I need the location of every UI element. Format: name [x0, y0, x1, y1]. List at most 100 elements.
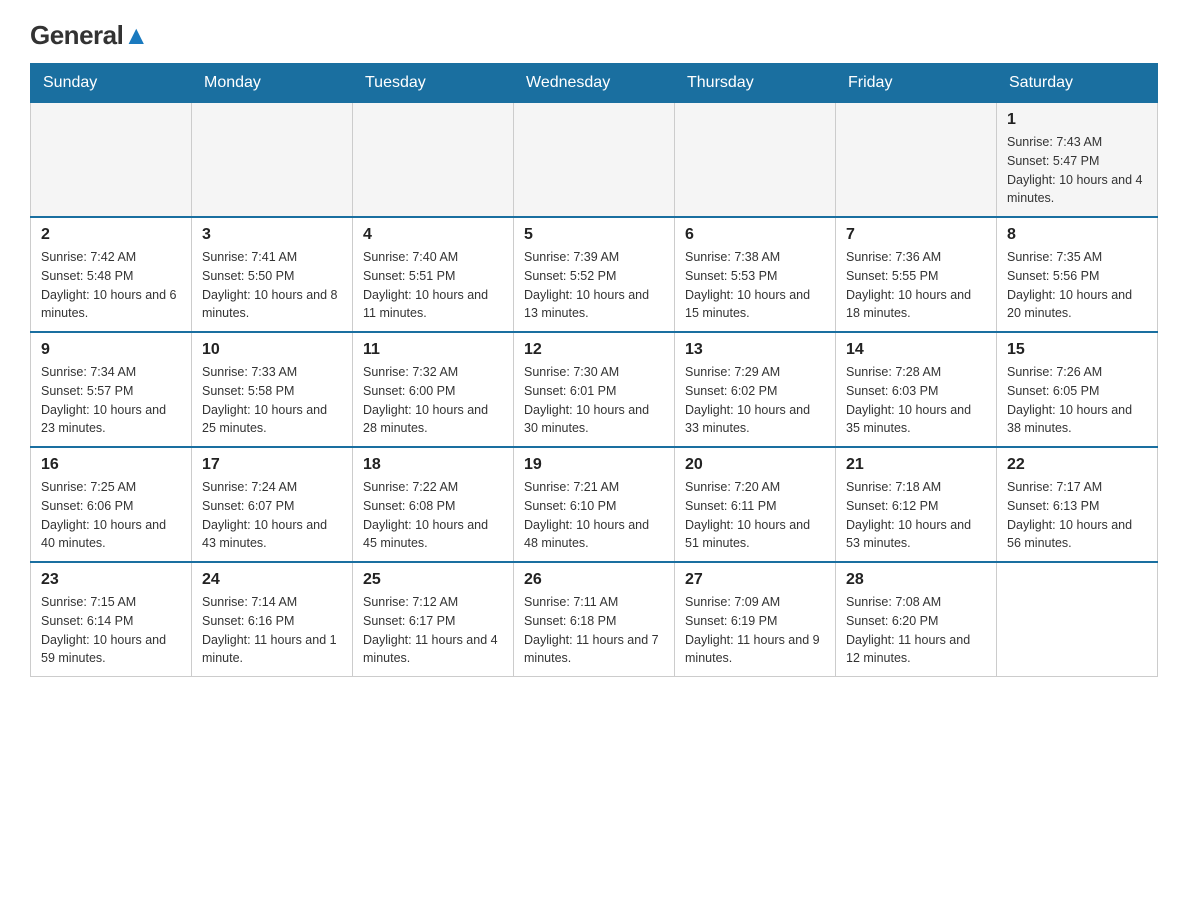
calendar-day-cell: 4 Sunrise: 7:40 AMSunset: 5:51 PMDaylight… — [353, 217, 514, 332]
day-info: Sunrise: 7:39 AMSunset: 5:52 PMDaylight:… — [524, 248, 664, 323]
calendar-day-cell — [353, 103, 514, 218]
calendar-day-cell: 22 Sunrise: 7:17 AMSunset: 6:13 PMDayligh… — [997, 447, 1158, 562]
calendar-day-cell: 6 Sunrise: 7:38 AMSunset: 5:53 PMDaylight… — [675, 217, 836, 332]
calendar-day-cell: 23 Sunrise: 7:15 AMSunset: 6:14 PMDayligh… — [31, 562, 192, 677]
logo: General▲ — [30, 20, 149, 43]
day-info: Sunrise: 7:15 AMSunset: 6:14 PMDaylight:… — [41, 593, 181, 668]
day-number: 27 — [685, 571, 825, 589]
day-info: Sunrise: 7:08 AMSunset: 6:20 PMDaylight:… — [846, 593, 986, 668]
day-number: 4 — [363, 226, 503, 244]
calendar-day-cell: 26Sunrise: 7:11 AMSunset: 6:18 PMDayligh… — [514, 562, 675, 677]
calendar-day-cell: 1 Sunrise: 7:43 AMSunset: 5:47 PMDaylight… — [997, 103, 1158, 218]
day-info: Sunrise: 7:20 AMSunset: 6:11 PMDaylight:… — [685, 478, 825, 553]
day-info: Sunrise: 7:14 AMSunset: 6:16 PMDaylight:… — [202, 593, 342, 668]
day-info: Sunrise: 7:21 AMSunset: 6:10 PMDaylight:… — [524, 478, 664, 553]
day-info: Sunrise: 7:41 AMSunset: 5:50 PMDaylight:… — [202, 248, 342, 323]
calendar-week-row: 23 Sunrise: 7:15 AMSunset: 6:14 PMDayligh… — [31, 562, 1158, 677]
day-number: 20 — [685, 456, 825, 474]
day-of-week-header: Friday — [836, 64, 997, 103]
day-of-week-header: Tuesday — [353, 64, 514, 103]
day-info: Sunrise: 7:30 AMSunset: 6:01 PMDaylight:… — [524, 363, 664, 438]
day-number: 8 — [1007, 226, 1147, 244]
day-info: Sunrise: 7:35 AMSunset: 5:56 PMDaylight:… — [1007, 248, 1147, 323]
day-number: 3 — [202, 226, 342, 244]
calendar-day-cell: 18 Sunrise: 7:22 AMSunset: 6:08 PMDayligh… — [353, 447, 514, 562]
day-info: Sunrise: 7:32 AMSunset: 6:00 PMDaylight:… — [363, 363, 503, 438]
day-of-week-header: Wednesday — [514, 64, 675, 103]
calendar-week-row: 2 Sunrise: 7:42 AMSunset: 5:48 PMDaylight… — [31, 217, 1158, 332]
day-info: Sunrise: 7:17 AMSunset: 6:13 PMDaylight:… — [1007, 478, 1147, 553]
day-number: 6 — [685, 226, 825, 244]
calendar-day-cell — [192, 103, 353, 218]
calendar-day-cell: 27 Sunrise: 7:09 AMSunset: 6:19 PMDayligh… — [675, 562, 836, 677]
day-info: Sunrise: 7:18 AMSunset: 6:12 PMDaylight:… — [846, 478, 986, 553]
day-of-week-header: Sunday — [31, 64, 192, 103]
day-of-week-header: Monday — [192, 64, 353, 103]
logo-general-text: General▲ — [30, 20, 149, 51]
day-info: Sunrise: 7:36 AMSunset: 5:55 PMDaylight:… — [846, 248, 986, 323]
day-number: 13 — [685, 341, 825, 359]
day-info: Sunrise: 7:38 AMSunset: 5:53 PMDaylight:… — [685, 248, 825, 323]
day-info: Sunrise: 7:24 AMSunset: 6:07 PMDaylight:… — [202, 478, 342, 553]
day-number: 17 — [202, 456, 342, 474]
day-info: Sunrise: 7:26 AMSunset: 6:05 PMDaylight:… — [1007, 363, 1147, 438]
day-info: Sunrise: 7:40 AMSunset: 5:51 PMDaylight:… — [363, 248, 503, 323]
day-info: Sunrise: 7:43 AMSunset: 5:47 PMDaylight:… — [1007, 133, 1147, 208]
day-info: Sunrise: 7:25 AMSunset: 6:06 PMDaylight:… — [41, 478, 181, 553]
calendar-day-cell: 8 Sunrise: 7:35 AMSunset: 5:56 PMDaylight… — [997, 217, 1158, 332]
calendar-day-cell: 19 Sunrise: 7:21 AMSunset: 6:10 PMDayligh… — [514, 447, 675, 562]
calendar-day-cell: 25 Sunrise: 7:12 AMSunset: 6:17 PMDayligh… — [353, 562, 514, 677]
day-number: 28 — [846, 571, 986, 589]
logo-triangle-icon: ▲ — [123, 20, 148, 50]
day-number: 12 — [524, 341, 664, 359]
day-info: Sunrise: 7:28 AMSunset: 6:03 PMDaylight:… — [846, 363, 986, 438]
calendar-day-cell: 15Sunrise: 7:26 AMSunset: 6:05 PMDayligh… — [997, 332, 1158, 447]
calendar-day-cell: 12 Sunrise: 7:30 AMSunset: 6:01 PMDayligh… — [514, 332, 675, 447]
day-number: 25 — [363, 571, 503, 589]
day-number: 14 — [846, 341, 986, 359]
day-info: Sunrise: 7:22 AMSunset: 6:08 PMDaylight:… — [363, 478, 503, 553]
calendar-day-cell: 16 Sunrise: 7:25 AMSunset: 6:06 PMDayligh… — [31, 447, 192, 562]
calendar-day-cell: 13 Sunrise: 7:29 AMSunset: 6:02 PMDayligh… — [675, 332, 836, 447]
page-header: General▲ — [30, 20, 1158, 43]
calendar-day-cell — [836, 103, 997, 218]
calendar-day-cell: 21 Sunrise: 7:18 AMSunset: 6:12 PMDayligh… — [836, 447, 997, 562]
calendar-day-cell: 20 Sunrise: 7:20 AMSunset: 6:11 PMDayligh… — [675, 447, 836, 562]
calendar-week-row: 16 Sunrise: 7:25 AMSunset: 6:06 PMDayligh… — [31, 447, 1158, 562]
calendar-day-cell: 11 Sunrise: 7:32 AMSunset: 6:00 PMDayligh… — [353, 332, 514, 447]
day-of-week-header: Thursday — [675, 64, 836, 103]
day-number: 2 — [41, 226, 181, 244]
day-info: Sunrise: 7:33 AMSunset: 5:58 PMDaylight:… — [202, 363, 342, 438]
day-number: 10 — [202, 341, 342, 359]
calendar-day-cell: 17 Sunrise: 7:24 AMSunset: 6:07 PMDayligh… — [192, 447, 353, 562]
day-number: 22 — [1007, 456, 1147, 474]
day-number: 7 — [846, 226, 986, 244]
day-info: Sunrise: 7:42 AMSunset: 5:48 PMDaylight:… — [41, 248, 181, 323]
calendar-day-cell — [997, 562, 1158, 677]
calendar-day-cell: 9 Sunrise: 7:34 AMSunset: 5:57 PMDaylight… — [31, 332, 192, 447]
calendar-day-cell: 7 Sunrise: 7:36 AMSunset: 5:55 PMDaylight… — [836, 217, 997, 332]
day-info: Sunrise: 7:12 AMSunset: 6:17 PMDaylight:… — [363, 593, 503, 668]
day-number: 19 — [524, 456, 664, 474]
day-number: 24 — [202, 571, 342, 589]
day-info: Sunrise: 7:29 AMSunset: 6:02 PMDaylight:… — [685, 363, 825, 438]
calendar-day-cell: 2 Sunrise: 7:42 AMSunset: 5:48 PMDaylight… — [31, 217, 192, 332]
day-number: 18 — [363, 456, 503, 474]
day-number: 11 — [363, 341, 503, 359]
day-info: Sunrise: 7:09 AMSunset: 6:19 PMDaylight:… — [685, 593, 825, 668]
day-number: 9 — [41, 341, 181, 359]
day-number: 23 — [41, 571, 181, 589]
day-info: Sunrise: 7:34 AMSunset: 5:57 PMDaylight:… — [41, 363, 181, 438]
day-number: 16 — [41, 456, 181, 474]
calendar-day-cell: 14 Sunrise: 7:28 AMSunset: 6:03 PMDayligh… — [836, 332, 997, 447]
calendar-day-cell: 28 Sunrise: 7:08 AMSunset: 6:20 PMDayligh… — [836, 562, 997, 677]
calendar-day-cell: 3 Sunrise: 7:41 AMSunset: 5:50 PMDaylight… — [192, 217, 353, 332]
calendar-day-cell: 24 Sunrise: 7:14 AMSunset: 6:16 PMDayligh… — [192, 562, 353, 677]
calendar-week-row: 1 Sunrise: 7:43 AMSunset: 5:47 PMDaylight… — [31, 103, 1158, 218]
calendar-table: SundayMondayTuesdayWednesdayThursdayFrid… — [30, 63, 1158, 677]
day-number: 1 — [1007, 111, 1147, 129]
calendar-day-cell: 10 Sunrise: 7:33 AMSunset: 5:58 PMDayligh… — [192, 332, 353, 447]
calendar-day-cell — [31, 103, 192, 218]
calendar-week-row: 9 Sunrise: 7:34 AMSunset: 5:57 PMDaylight… — [31, 332, 1158, 447]
day-number: 21 — [846, 456, 986, 474]
